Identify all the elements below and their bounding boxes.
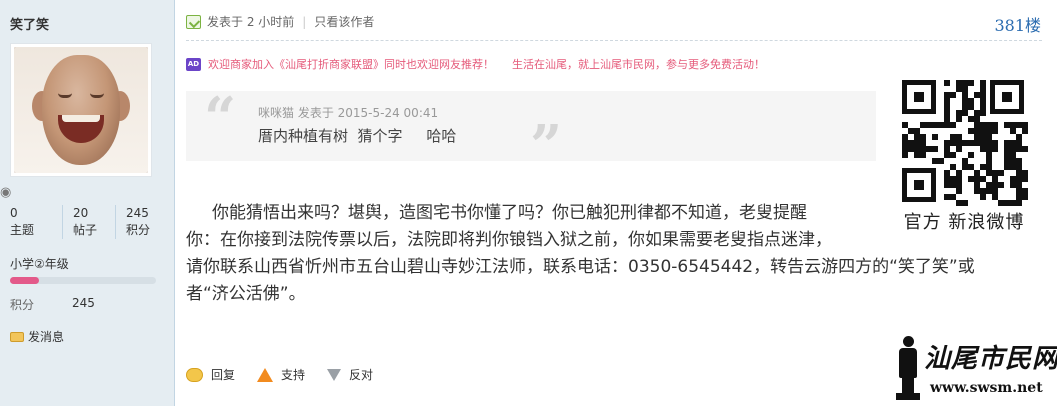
rank-progress-bar [10, 277, 156, 284]
online-status-icon [186, 14, 201, 29]
reply-button[interactable]: 回复 [186, 366, 235, 383]
stat-points-value: 245 [126, 206, 149, 220]
oppose-button[interactable]: 反对 [327, 366, 373, 383]
author-sidebar: 笑了笑 ◉ 0 主题 20 帖子 245 积分 小学②年级 积分 245 发消息 [0, 0, 175, 406]
user-rank[interactable]: 小学②年级 [10, 255, 69, 272]
support-label: 支持 [281, 368, 306, 382]
stat-posts-label: 帖子 [73, 223, 98, 237]
points-label: 积分 [10, 298, 35, 312]
weibo-icon[interactable]: ◉ [0, 185, 11, 200]
ad-banner: AD 欢迎商家加入《汕尾打折商家联盟》同时也欢迎网友推荐！ 生活在汕尾，就上汕尾… [186, 56, 765, 72]
avatar[interactable] [10, 43, 152, 177]
stat-posts[interactable]: 20 帖子 [63, 205, 116, 239]
watermark-url: www.swsm.net [930, 380, 1043, 396]
qr-code-icon[interactable] [902, 80, 1028, 206]
ad-link-2[interactable]: 生活在汕尾，就上汕尾市民网，参与更多免费活动！ [512, 56, 765, 72]
watermark-title: 汕尾市民网 [924, 344, 1057, 374]
quote-open-icon: “ [204, 85, 237, 151]
send-message-link[interactable]: 发消息 [10, 328, 64, 345]
post-content: 你能猜悟出来吗？堪舆，造图宅书你懂了吗？你已触犯刑律都不知道，老叟提醒 你：在你… [186, 200, 1046, 308]
stat-points[interactable]: 245 积分 [116, 205, 169, 239]
content-line: 请你联系山西省忻州市五台山碧山寺妙江法师，联系电话：0350-6545442，转… [186, 257, 975, 277]
reply-label: 回复 [211, 368, 236, 382]
stat-topics-label: 主题 [10, 223, 35, 237]
floor-number[interactable]: 381楼 [994, 12, 1041, 36]
ad-badge-icon: AD [186, 57, 201, 71]
points-value: 245 [72, 296, 95, 310]
rank-progress-fill [10, 277, 40, 284]
quote-meta: 咪咪猫 发表于 2015-5-24 00:41 [258, 106, 439, 120]
stat-points-label: 积分 [126, 223, 151, 237]
stat-topics[interactable]: 0 主题 [10, 205, 63, 239]
thumb-down-icon [327, 368, 342, 381]
quote-block: “ 咪咪猫 发表于 2015-5-24 00:41 厝内种植有树 猜个字 哈哈 … [186, 85, 876, 179]
support-button[interactable]: 支持 [257, 366, 305, 383]
thumb-up-icon [257, 367, 274, 382]
divider: | [302, 14, 307, 29]
avatar-image[interactable] [14, 47, 148, 173]
only-author-link[interactable]: 只看该作者 [314, 13, 374, 30]
points-row: 积分 245 [10, 296, 95, 313]
site-watermark: 汕尾市民网 www.swsm.net [888, 336, 1057, 402]
stat-topics-value: 0 [10, 206, 18, 220]
ad-link-1[interactable]: 欢迎商家加入《汕尾打折商家联盟》同时也欢迎网友推荐！ [208, 56, 494, 72]
post-time: 发表于 2 小时前 [207, 15, 295, 29]
oppose-label: 反对 [349, 368, 374, 382]
divider [186, 40, 1042, 41]
author-stats: 0 主题 20 帖子 245 积分 [10, 205, 169, 239]
stat-posts-value: 20 [73, 206, 89, 220]
quote-close-icon: ” [530, 113, 563, 179]
reply-icon [186, 367, 203, 382]
envelope-icon [10, 331, 24, 342]
content-line: 你能猜悟出来吗？堪舆，造图宅书你懂了吗？你已触犯刑律都不知道，老叟提醒 [212, 203, 807, 223]
statue-icon [896, 336, 920, 400]
post-info: 发表于 2 小时前 | 只看该作者 [186, 13, 374, 30]
content-line: 你：在你接到法院传票以后，法院即将判你锒铛入狱之前，你如果需要老叟指点迷津， [186, 230, 832, 250]
send-message-label: 发消息 [28, 330, 65, 344]
post-actions: 回复 支持 反对 [186, 366, 395, 383]
quote-text: 厝内种植有树 猜个字 哈哈 [258, 127, 457, 145]
author-name[interactable]: 笑了笑 [10, 14, 49, 33]
content-line: 者“济公活佛”。 [186, 284, 306, 304]
